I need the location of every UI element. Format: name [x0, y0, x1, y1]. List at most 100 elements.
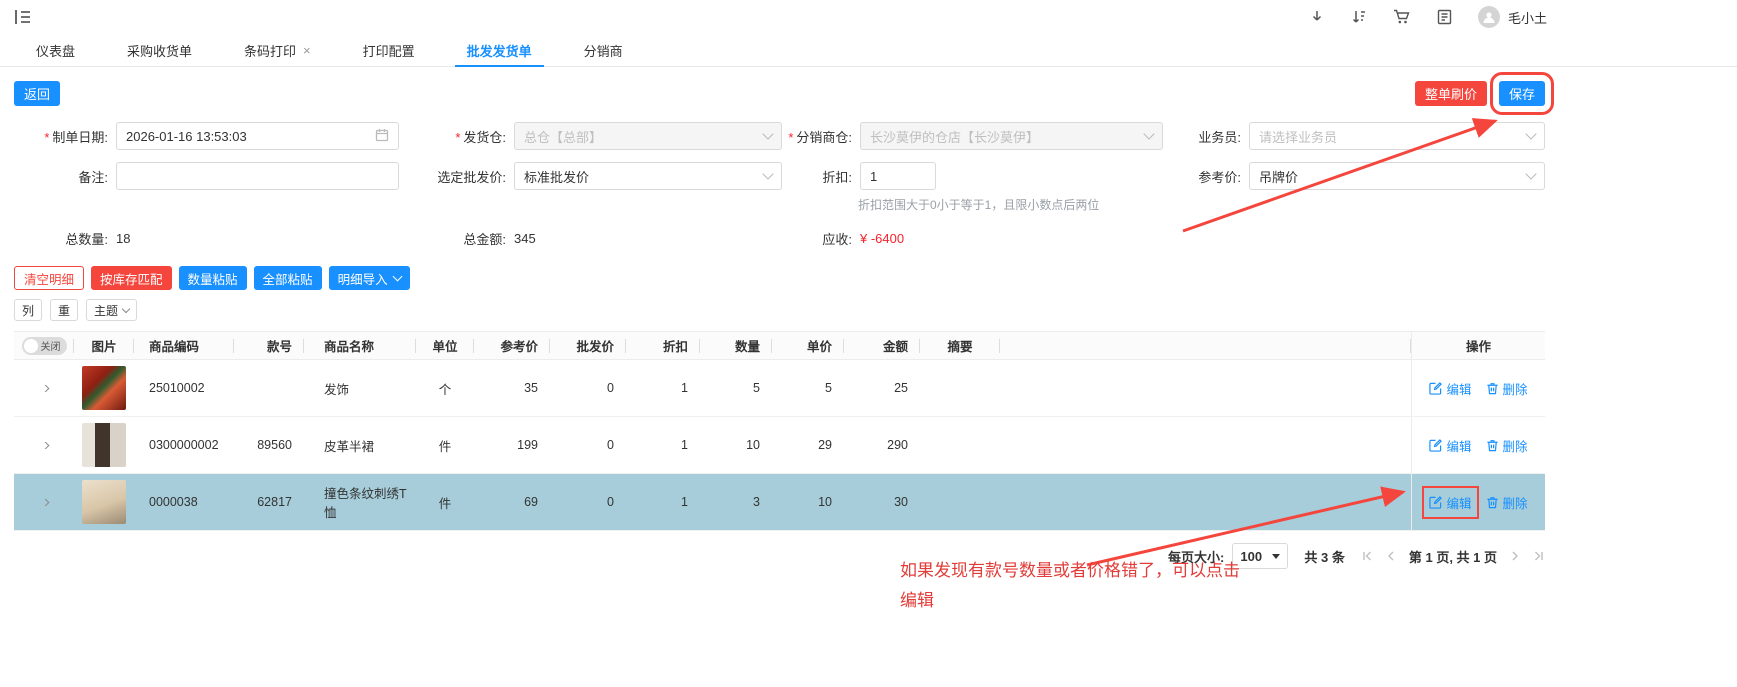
- product-image[interactable]: [82, 480, 126, 524]
- expand-icon[interactable]: [39, 384, 49, 392]
- header-discount: 折扣: [626, 332, 700, 359]
- cell-discount: 1: [681, 438, 688, 452]
- paste-quantity-button[interactable]: 数量粘贴: [178, 266, 247, 290]
- details-table: 关闭 图片 商品编码 款号 商品名称 单位 参考价 批发价 折扣 数量 单价 金…: [14, 331, 1545, 531]
- tab-print-config[interactable]: 打印配置: [337, 34, 441, 66]
- download-icon[interactable]: [1309, 9, 1325, 25]
- field-order-date: * 制单日期:: [14, 122, 399, 150]
- table-header: 关闭 图片 商品编码 款号 商品名称 单位 参考价 批发价 折扣 数量 单价 金…: [14, 332, 1545, 360]
- header-amount: 金额: [844, 332, 920, 359]
- cell-style-no: 89560: [257, 438, 292, 452]
- tab-dashboard[interactable]: 仪表盘: [10, 34, 101, 66]
- delete-button[interactable]: 删除: [1486, 436, 1528, 455]
- discount-hint: 折扣范围大于0小于等于1，且限小数点后两位: [858, 198, 1100, 212]
- field-distributor-warehouse: * 分销商仓: 长沙莫伊的仓店【长沙莫伊】: [782, 122, 1163, 150]
- table-row[interactable]: 25010002 发饰 个 35 0 1 5 5 25 编辑 删除: [14, 360, 1545, 417]
- user-menu[interactable]: 毛小土: [1477, 6, 1547, 28]
- document-icon[interactable]: [1437, 9, 1452, 25]
- cell-unit: 件: [438, 496, 452, 511]
- expand-icon[interactable]: [39, 498, 49, 506]
- dropdown-arrow-icon: [1272, 553, 1281, 559]
- main-content: 返回 整单刷价 保存 *制单日期: *发货仓: 总仓【总部: [0, 72, 1737, 569]
- page-size-select[interactable]: 100: [1232, 543, 1289, 569]
- tab-barcode-print[interactable]: 条码打印 ×: [218, 34, 337, 66]
- back-button[interactable]: 返回: [14, 81, 61, 106]
- menu-icon[interactable]: [14, 9, 32, 25]
- header-unit: 单位: [416, 332, 474, 359]
- cell-discount: 1: [681, 381, 688, 395]
- edit-button[interactable]: 编辑: [1429, 379, 1472, 398]
- close-icon[interactable]: ×: [303, 43, 311, 58]
- field-price-type: 选定批发价: 标准批发价: [399, 162, 782, 190]
- weight-button[interactable]: 重: [50, 299, 79, 321]
- header-summary: 摘要: [920, 332, 1000, 359]
- theme-select[interactable]: 主题: [86, 299, 138, 321]
- ship-warehouse-select: 总仓【总部】: [514, 122, 782, 150]
- required-mark: *: [455, 129, 461, 145]
- header-quantity: 数量: [700, 332, 772, 359]
- import-details-button[interactable]: 明细导入: [328, 266, 410, 290]
- clear-details-button[interactable]: 清空明细: [14, 266, 85, 290]
- next-page-icon[interactable]: [1509, 550, 1521, 562]
- order-date-input[interactable]: [116, 122, 399, 150]
- chevron-down-icon: [762, 168, 774, 180]
- edit-button-highlighted[interactable]: 编辑: [1422, 485, 1479, 519]
- cell-unit-price: 10: [818, 495, 832, 509]
- field-salesman: 业务员: 请选择业务员: [1163, 122, 1545, 150]
- cell-unit-price: 5: [825, 381, 832, 395]
- cell-amount: 30: [894, 495, 908, 509]
- product-image[interactable]: [82, 366, 126, 410]
- form-row-1: *制单日期: *发货仓: 总仓【总部】 *分销商仓:: [14, 122, 1545, 150]
- remark-value[interactable]: [126, 168, 389, 184]
- field-remark: 备注:: [14, 162, 399, 190]
- cell-name: 皮革半裙: [324, 439, 375, 454]
- header-unit-price: 单价: [772, 332, 844, 359]
- detail-actions: 清空明细 按库存匹配 数量粘贴 全部粘贴 明细导入: [14, 266, 1545, 290]
- match-stock-button[interactable]: 按库存匹配: [91, 266, 172, 290]
- discount-value[interactable]: [870, 168, 926, 184]
- header-name: 商品名称: [304, 332, 416, 359]
- delete-button[interactable]: 删除: [1486, 493, 1528, 512]
- table-row[interactable]: 0300000002 89560 皮革半裙 件 199 0 1 10 29 29…: [14, 417, 1545, 474]
- delete-button[interactable]: 删除: [1486, 379, 1528, 398]
- reprice-button[interactable]: 整单刷价: [1414, 81, 1487, 106]
- price-type-select[interactable]: 标准批发价: [514, 162, 782, 190]
- cell-discount: 1: [681, 495, 688, 509]
- field-discount: 折扣:: [782, 162, 1163, 190]
- first-page-icon[interactable]: [1361, 550, 1373, 562]
- header-ref-price: 参考价: [474, 332, 550, 359]
- tab-distributor[interactable]: 分销商: [558, 34, 649, 66]
- cell-wholesale-price: 0: [607, 381, 614, 395]
- columns-button[interactable]: 列: [14, 299, 43, 321]
- chevron-down-icon: [392, 271, 403, 282]
- toolbar-right: 整单刷价 保存: [1414, 72, 1555, 115]
- salesman-select[interactable]: 请选择业务员: [1249, 122, 1545, 150]
- cell-name: 发饰: [324, 382, 350, 397]
- table-row-selected[interactable]: 0000038 62817 撞色条纹刺绣T恤 件 69 0 1 3 10 30 …: [14, 474, 1545, 531]
- tab-purchase-receipt[interactable]: 采购收货单: [101, 34, 218, 66]
- remark-input[interactable]: [116, 162, 399, 190]
- avatar: [1477, 6, 1500, 28]
- expand-icon[interactable]: [39, 441, 49, 449]
- field-ship-warehouse: * 发货仓: 总仓【总部】: [399, 122, 782, 150]
- pager: 第 1 页, 共 1 页: [1361, 547, 1545, 566]
- cell-amount: 25: [894, 381, 908, 395]
- header-toggle[interactable]: 关闭: [21, 336, 67, 355]
- last-page-icon[interactable]: [1533, 550, 1545, 562]
- sort-icon[interactable]: [1351, 9, 1367, 25]
- header-image: 图片: [74, 332, 134, 359]
- prev-page-icon[interactable]: [1385, 550, 1397, 562]
- order-date-value[interactable]: [126, 128, 375, 144]
- save-button[interactable]: 保存: [1489, 72, 1555, 115]
- product-image[interactable]: [82, 423, 126, 467]
- tab-wholesale-delivery[interactable]: 批发发货单: [441, 34, 558, 67]
- total-quantity: 总数量: 18: [65, 231, 131, 247]
- header-style-no: 款号: [234, 332, 304, 359]
- discount-input[interactable]: [860, 162, 936, 190]
- paste-all-button[interactable]: 全部粘贴: [253, 266, 322, 290]
- edit-button[interactable]: 编辑: [1429, 436, 1472, 455]
- cart-icon[interactable]: [1393, 9, 1411, 25]
- reference-price-select[interactable]: 吊牌价: [1249, 162, 1545, 190]
- header-operation: 操作: [1411, 332, 1545, 359]
- topbar: 毛小土: [0, 0, 1737, 34]
